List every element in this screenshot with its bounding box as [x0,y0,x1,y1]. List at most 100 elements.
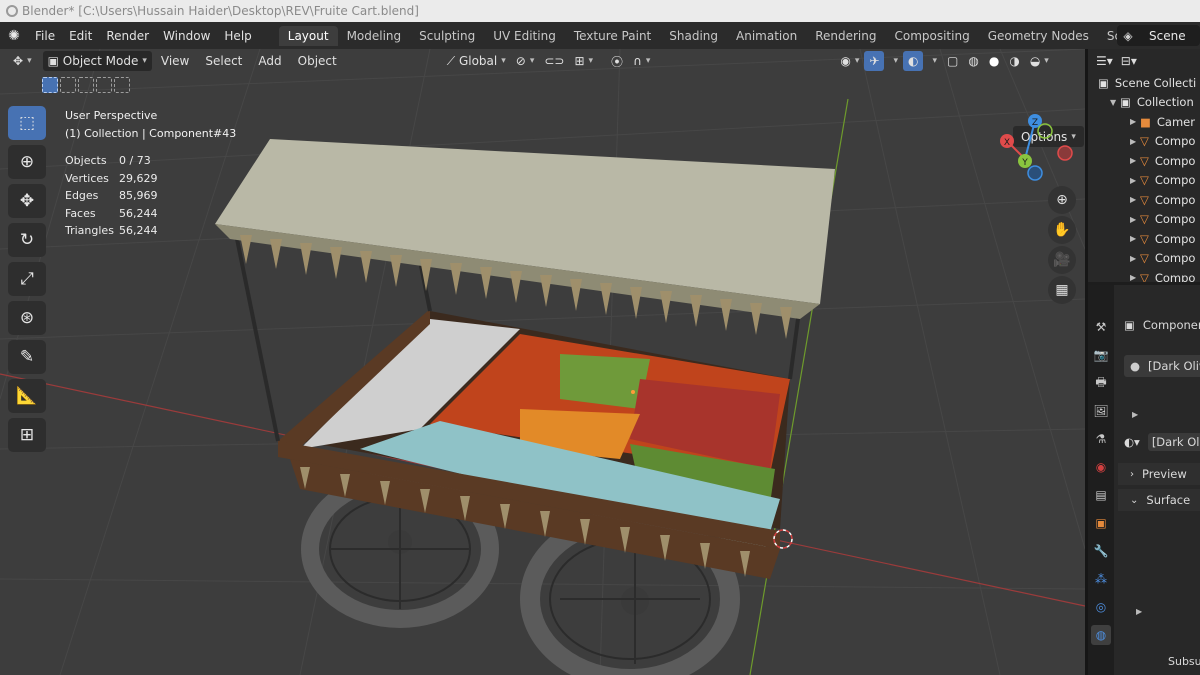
outliner-row-mesh[interactable]: ▶ ▽ Compo [1088,249,1200,269]
tab-layout[interactable]: Layout [278,25,338,46]
visibility-icon[interactable]: ◉ ▾ [835,51,864,71]
tab-shading[interactable]: Shading [660,26,727,46]
camera-view-icon[interactable]: 🎥 [1048,246,1076,274]
expand-arrow-icon[interactable]: ▼ [1110,98,1120,107]
view-layer-tab-icon[interactable]: 🖼 [1091,401,1111,421]
scale-tool-icon[interactable]: ⤢ [8,262,46,296]
outliner-row-mesh[interactable]: ▶ ▽ Compo [1088,229,1200,249]
filter-icon[interactable]: ⊟▾ [1121,54,1137,68]
transform-orientation-selector[interactable]: ⟋ Global ▾ [442,51,511,71]
modifier-tab-icon[interactable]: 🔧 [1091,541,1111,561]
tab-animation[interactable]: Animation [727,26,806,46]
expand-arrow-icon[interactable]: ▶ [1130,137,1140,146]
select-box-tool-icon[interactable]: ⬚ [8,106,46,140]
collection-tab-icon[interactable]: ▤ [1091,485,1111,505]
editor-type-icon[interactable]: ✥ ▾ [8,51,37,71]
expand-arrow-icon[interactable]: ▶ [1130,195,1140,204]
wireframe-shading-icon[interactable]: ◍ [963,51,983,71]
pivot-point-icon[interactable]: ⊘ ▾ [511,51,540,71]
outliner-row-collection[interactable]: ▼ ▣ Collection [1088,93,1200,113]
slot-expand-icon[interactable]: ▶ [1132,410,1138,419]
rotate-tool-icon[interactable]: ↻ [8,223,46,257]
select-extend-icon[interactable] [60,77,76,93]
menu-render[interactable]: Render [99,29,156,43]
material-tab-icon[interactable]: ◍ [1091,625,1111,645]
rendered-shading-icon[interactable]: ◒ ▾ [1025,51,1054,71]
tab-texture-paint[interactable]: Texture Paint [565,26,660,46]
select-menu[interactable]: Select [200,51,247,71]
expand-arrow-icon[interactable]: ▶ [1130,156,1140,165]
blender-menu-icon[interactable]: ✺ [0,28,28,44]
solid-shading-icon[interactable]: ● [984,51,1004,71]
tool-tab-icon[interactable]: ⚒ [1091,317,1111,337]
tab-rendering[interactable]: Rendering [806,26,885,46]
gizmo-neg-y-axis[interactable] [1037,123,1053,139]
select-intersect-icon[interactable] [114,77,130,93]
object-menu[interactable]: Object [293,51,342,71]
expand-arrow-icon[interactable]: ▶ [1130,117,1140,126]
gizmo-dropdown-icon[interactable]: ▾ [884,51,903,71]
surface-panel-header[interactable]: ⌄ Surface [1118,489,1200,511]
snap-target-icon[interactable]: ⊞ ▾ [569,51,598,71]
tab-uv-editing[interactable]: UV Editing [484,26,565,46]
gizmo-toggle-icon[interactable]: ✈ [864,51,885,71]
output-tab-icon[interactable]: 🖶 [1091,373,1111,393]
outliner-row-mesh[interactable]: ▶ ▽ Compo [1088,151,1200,171]
material-slot[interactable]: ● [Dark Oliv [1124,355,1200,377]
material-selector[interactable]: ◐▾ [Dark Ol [1124,433,1200,451]
view-menu[interactable]: View [156,51,194,71]
overlay-dropdown-icon[interactable]: ▾ [923,51,942,71]
tab-geometry-nodes[interactable]: Geometry Nodes [979,26,1098,46]
menu-edit[interactable]: Edit [62,29,99,43]
tab-sculpting[interactable]: Sculpting [410,26,484,46]
tab-compositing[interactable]: Compositing [885,26,978,46]
menu-file[interactable]: File [28,29,62,43]
expand-arrow-icon[interactable]: ▶ [1130,254,1140,263]
expand-arrow-icon[interactable]: ▶ [1130,273,1140,282]
select-new-icon[interactable] [42,77,58,93]
snap-icon[interactable]: ⊂⊃ [539,51,569,71]
outliner-row-camera[interactable]: ▶ ■ Camer [1088,112,1200,132]
gizmo-neg-x-axis[interactable] [1057,145,1073,161]
particles-tab-icon[interactable]: ⁂ [1091,569,1111,589]
add-cube-tool-icon[interactable]: ⊞ [8,418,46,452]
physics-tab-icon[interactable]: ◎ [1091,597,1111,617]
expand-arrow-icon[interactable]: ▶ [1130,215,1140,224]
preview-panel-header[interactable]: › Preview [1118,463,1200,485]
outliner-row-mesh[interactable]: ▶ ▽ Compo [1088,210,1200,230]
menu-help[interactable]: Help [217,29,258,43]
3d-viewport[interactable]: ✥ ▾ ▣ Object Mode ▾ View Select Add Object… [0,49,1085,675]
annotate-tool-icon[interactable]: ✎ [8,340,46,374]
menu-window[interactable]: Window [156,29,217,43]
navigation-gizmo[interactable]: X Y Z [995,111,1075,191]
subpanel-expand-icon[interactable]: ▶ [1136,607,1142,616]
expand-arrow-icon[interactable]: ▶ [1130,234,1140,243]
select-invert-icon[interactable] [96,77,112,93]
material-shading-icon[interactable]: ◑ [1004,51,1024,71]
expand-arrow-icon[interactable]: ▶ [1130,176,1140,185]
falloff-icon[interactable]: ∩ ▾ [628,51,655,71]
tab-modeling[interactable]: Modeling [338,26,411,46]
ortho-grid-icon[interactable]: ▦ [1048,276,1076,304]
cursor-tool-icon[interactable]: ⊕ [8,145,46,179]
world-tab-icon[interactable]: ◉ [1091,457,1111,477]
outliner-row-mesh[interactable]: ▶ ▽ Compo [1088,190,1200,210]
outliner-row-scene-collection[interactable]: ▣ Scene Collecti [1088,73,1200,93]
outliner-row-mesh[interactable]: ▶ ▽ Compo [1088,171,1200,191]
scene-tab-icon[interactable]: ⚗ [1091,429,1111,449]
xray-icon[interactable]: ▢ [942,51,963,71]
outliner-row-mesh[interactable]: ▶ ▽ Compo [1088,132,1200,152]
gizmo-neg-z-axis[interactable] [1027,165,1043,181]
mode-selector[interactable]: ▣ Object Mode ▾ [42,51,152,71]
object-tab-icon[interactable]: ▣ [1091,513,1111,533]
add-menu[interactable]: Add [253,51,286,71]
measure-tool-icon[interactable]: 📐 [8,379,46,413]
select-subtract-icon[interactable] [78,77,94,93]
zoom-icon[interactable]: ⊕ [1048,186,1076,214]
outliner-row-mesh[interactable]: ▶ ▽ Compo [1088,268,1200,282]
move-tool-icon[interactable]: ✥ [8,184,46,218]
scene-selector[interactable]: ◈ Scene [1117,25,1200,46]
transform-tool-icon[interactable]: ⊛ [8,301,46,335]
pan-hand-icon[interactable]: ✋ [1048,216,1076,244]
proportional-edit-icon[interactable]: ⦿ [606,51,628,71]
